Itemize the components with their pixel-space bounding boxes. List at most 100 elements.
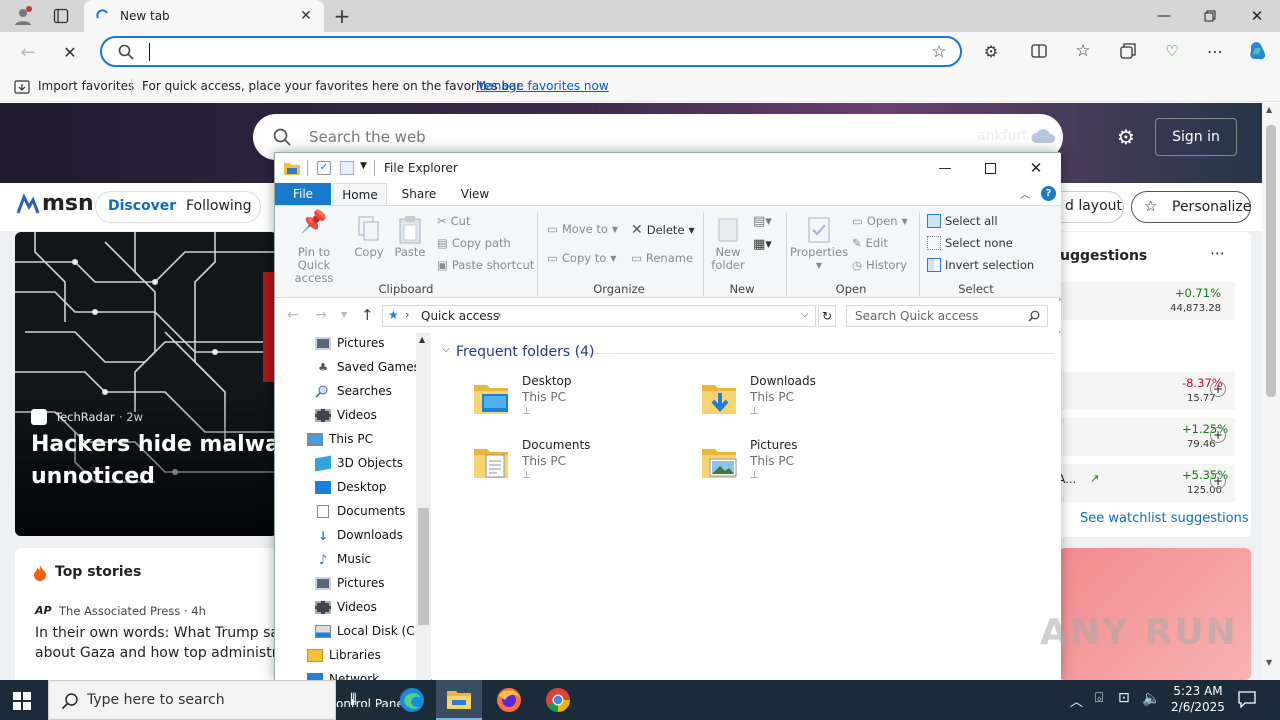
page-scrollbar[interactable]: ▲ ▼ <box>1262 103 1280 680</box>
pin-to-quick-access-button[interactable]: 📌 Pin to Quick access <box>281 212 347 285</box>
tree-item-pictures-pc[interactable]: Pictures <box>315 576 385 590</box>
up-arrow-icon[interactable]: ↑ <box>361 306 374 324</box>
tree-item-this-pc[interactable]: This PC <box>307 432 373 446</box>
tree-item-searches[interactable]: Searches <box>315 384 392 398</box>
browser-essentials-icon[interactable]: ♡ <box>1161 40 1183 62</box>
collapse-ribbon-icon[interactable]: ︿ <box>1020 186 1030 201</box>
easy-access-icon[interactable]: ▦▾ <box>753 237 772 252</box>
tree-item-documents[interactable]: Documents <box>315 504 405 518</box>
see-watchlist-link[interactable]: See watchlist suggestions <box>1080 511 1249 526</box>
watchlist-row[interactable]: +0.71% 44,873.28 <box>1050 282 1235 320</box>
story-headline-line1[interactable]: In their own words: What Trump said <box>35 625 277 641</box>
rename-button[interactable]: ▭ Rename <box>631 251 693 265</box>
tab-home[interactable]: Home <box>333 183 387 206</box>
close-window-button[interactable]: ✕ <box>1245 6 1269 26</box>
manage-favorites-link[interactable]: Manage favorites now <box>476 79 609 93</box>
msn-logo[interactable]: msn <box>42 191 94 216</box>
edit-button[interactable]: ✎ Edit <box>852 236 888 250</box>
taskbar-search-box[interactable]: Type here to search <box>48 680 336 720</box>
extensions-icon[interactable]: ⚙ <box>980 40 1002 62</box>
copilot-icon[interactable] <box>1246 39 1270 63</box>
scroll-thumb[interactable] <box>418 508 429 625</box>
minimize-button[interactable]: — <box>935 158 955 178</box>
notifications-icon[interactable] <box>1238 690 1258 710</box>
help-icon[interactable]: ? <box>1041 186 1056 201</box>
paste-button[interactable]: Paste <box>392 216 428 259</box>
more-options-icon[interactable]: ⋯ <box>1210 244 1225 262</box>
chevron-right-icon[interactable]: › <box>497 308 501 321</box>
device-icon[interactable]: ⌺ <box>1095 690 1103 706</box>
tab-discover[interactable]: Discover <box>108 198 176 214</box>
scroll-down-icon[interactable]: ▼ <box>1266 658 1272 667</box>
chrome-icon[interactable] <box>544 686 572 714</box>
copy-path-button[interactable]: ▤ Copy path <box>437 236 511 250</box>
new-folder-qat-icon[interactable] <box>340 161 354 175</box>
tab-view[interactable]: View <box>449 183 501 205</box>
story-headline-line2[interactable]: about Gaza and how top administratic <box>35 645 277 661</box>
copy-button[interactable]: Copy <box>351 216 387 259</box>
new-item-icon[interactable]: ▤▾ <box>753 214 772 229</box>
firefox-icon[interactable] <box>495 686 523 714</box>
back-arrow-icon[interactable]: ← <box>287 307 299 323</box>
refresh-icon[interactable]: ↻ <box>818 305 836 327</box>
select-all-button[interactable]: Select all <box>927 214 998 228</box>
sign-in-button[interactable]: Sign in <box>1155 118 1237 156</box>
invert-selection-button[interactable]: Invert selection <box>927 258 1034 272</box>
hero-headline-line1[interactable]: Hackers hide malware <box>31 432 277 457</box>
tree-item-videos[interactable]: Videos <box>315 408 377 422</box>
edge-icon[interactable] <box>398 686 426 714</box>
close-tab-icon[interactable]: ✕ <box>298 8 314 24</box>
windows-start-icon[interactable] <box>13 692 31 710</box>
restore-window-button[interactable] <box>1198 6 1222 26</box>
tree-item-libraries[interactable]: Libraries <box>307 648 381 662</box>
personalize-button[interactable]: ☆ Personalize <box>1131 191 1251 223</box>
open-button[interactable]: ▭ Open ▼ <box>852 214 908 228</box>
search-quick-access-box[interactable]: Search Quick access <box>846 305 1048 327</box>
properties-button[interactable]: Properties ▼ <box>789 216 849 272</box>
history-button[interactable]: ◷ History <box>852 258 907 272</box>
import-favorites-button[interactable]: Import favorites <box>38 79 134 93</box>
maximize-button[interactable] <box>980 158 1000 178</box>
tab-share[interactable]: Share <box>393 183 445 205</box>
select-none-button[interactable]: Select none <box>927 236 1013 250</box>
tree-item-music[interactable]: ♪ Music <box>315 552 371 568</box>
tree-item-desktop[interactable]: Desktop <box>315 480 387 494</box>
tab-file[interactable]: File <box>275 183 331 205</box>
close-button[interactable]: ✕ <box>1026 158 1046 178</box>
back-button[interactable]: ← <box>16 40 40 64</box>
add-to-watchlist-icon[interactable]: + <box>1210 473 1226 489</box>
tree-item-3d-objects[interactable]: 3D Objects <box>315 455 403 471</box>
recent-locations-icon[interactable]: ▼ <box>341 310 347 319</box>
cut-button[interactable]: ✂ Cut <box>437 214 470 228</box>
section-title[interactable]: Frequent folders (4) <box>456 344 595 360</box>
navigation-scrollbar[interactable]: ▲ <box>416 333 431 681</box>
properties-qat-icon[interactable]: ✓ <box>317 161 331 175</box>
tree-item-pictures[interactable]: Pictures <box>315 336 385 350</box>
file-explorer-taskbar-button[interactable] <box>436 680 482 720</box>
split-screen-icon[interactable] <box>1028 40 1050 62</box>
collections-icon[interactable] <box>1117 40 1139 62</box>
watchlist-row[interactable]: RA... ↗ +5.35% 125.00 + <box>1050 464 1235 502</box>
folder-item-documents[interactable]: Documents This PC ⊥ <box>472 437 682 489</box>
breadcrumb-quick-access[interactable]: Quick access <box>421 309 499 323</box>
scroll-up-icon[interactable]: ▲ <box>1266 105 1272 114</box>
favorite-star-icon[interactable]: ☆ <box>928 41 950 63</box>
new-folder-button[interactable]: New folder <box>707 216 749 272</box>
tree-item-saved-games[interactable]: ♣ Saved Games <box>315 360 420 374</box>
hero-headline-line2[interactable]: unnoticed <box>31 464 155 489</box>
folder-item-pictures[interactable]: Pictures This PC ⊥ <box>700 437 910 489</box>
more-menu-icon[interactable]: ⋯ <box>1204 40 1226 62</box>
qat-dropdown-icon[interactable]: ▼ <box>360 161 367 171</box>
add-to-watchlist-icon[interactable]: + <box>1210 427 1226 443</box>
settings-gear-icon[interactable]: ⚙ <box>1114 125 1138 149</box>
tab-following[interactable]: Following <box>186 198 252 214</box>
top-stories-title[interactable]: Top stories <box>55 564 141 580</box>
tab-new-tab[interactable]: New tab ✕ <box>84 0 324 32</box>
add-to-watchlist-icon[interactable]: + <box>1210 381 1226 397</box>
profile-icon[interactable] <box>10 4 36 28</box>
tree-item-downloads[interactable]: ↓ Downloads <box>315 528 403 543</box>
move-to-button[interactable]: ▭ Move to ▼ <box>547 222 618 236</box>
address-bar[interactable]: ☆ <box>100 36 962 67</box>
delete-button[interactable]: ✕ Delete ▼ <box>631 222 695 238</box>
show-hidden-icons-icon[interactable]: ︿ <box>1070 691 1083 710</box>
